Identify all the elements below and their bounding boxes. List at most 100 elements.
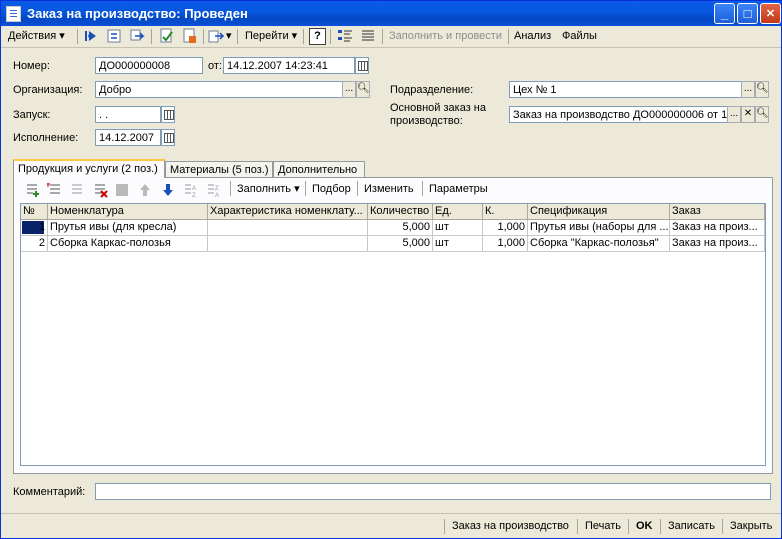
calendar-icon[interactable] xyxy=(355,57,369,74)
select-button[interactable]: ... xyxy=(741,81,755,98)
minimize-button[interactable]: _ xyxy=(714,3,735,24)
maximize-button[interactable]: □ xyxy=(737,3,758,24)
sort-desc-icon[interactable]: ZA xyxy=(206,182,222,198)
based-on-icon[interactable] xyxy=(208,28,224,44)
organization-field[interactable]: Добро xyxy=(95,81,343,98)
fill-menu[interactable]: Заполнить ▾ xyxy=(237,181,300,198)
item-cell[interactable]: Прутья ивы (для кресла) xyxy=(48,220,208,236)
title-bar: Заказ на производство: Проведен _ □ ✕ xyxy=(1,1,781,26)
copy-icon[interactable] xyxy=(129,28,145,44)
characteristic-cell[interactable] xyxy=(208,220,368,236)
toolbar-separator xyxy=(330,29,331,44)
tab-additional[interactable]: Дополнительно xyxy=(273,161,365,177)
arrow-down-icon[interactable] xyxy=(160,182,176,198)
sort-asc-icon[interactable]: AZ xyxy=(183,182,199,198)
base-order-label: Основной заказ на xyxy=(390,102,486,114)
row-number-cell[interactable]: 1 xyxy=(21,220,48,236)
actions-menu-label: Действия xyxy=(8,30,57,42)
order-cell[interactable]: Заказ на произ... xyxy=(670,236,765,252)
toolbar-separator xyxy=(444,519,445,534)
products-table: № Номенклатура Характеристика номенклату… xyxy=(20,203,766,466)
number-label: Номер: xyxy=(13,60,50,72)
analysis-button[interactable]: Анализ xyxy=(514,28,551,45)
column-header-number[interactable]: № xyxy=(21,204,48,220)
post-document-icon[interactable] xyxy=(158,28,174,44)
edit-row-icon[interactable] xyxy=(69,182,85,198)
item-cell[interactable]: Сборка Каркас-полозья xyxy=(48,236,208,252)
date-field[interactable]: 14.12.2007 14:23:41 xyxy=(223,57,355,74)
order-button[interactable]: Заказ на производство xyxy=(452,518,569,535)
toolbar-separator xyxy=(77,29,78,44)
column-header-order[interactable]: Заказ xyxy=(670,204,765,220)
first-record-icon[interactable] xyxy=(83,28,99,44)
toolbar-separator xyxy=(577,519,578,534)
table-header: № Номенклатура Характеристика номенклату… xyxy=(21,204,765,220)
close-button[interactable]: Закрыть xyxy=(730,518,772,535)
toolbar-separator xyxy=(305,181,306,196)
close-window-button[interactable]: ✕ xyxy=(760,3,781,24)
column-header-coefficient[interactable]: К. xyxy=(483,204,528,220)
fill-and-post-button[interactable]: Заполнить и провести xyxy=(389,28,502,45)
goto-menu[interactable]: Перейти ▾ xyxy=(245,28,297,45)
selection-button[interactable]: Подбор xyxy=(312,181,351,198)
search-icon[interactable]: 🔍︎ xyxy=(356,81,370,98)
chevron-down-icon[interactable]: ▾ xyxy=(226,28,232,45)
division-field[interactable]: Цех № 1 xyxy=(509,81,742,98)
ok-button[interactable]: OK xyxy=(636,518,653,535)
list-icon[interactable] xyxy=(360,28,376,44)
refresh-icon[interactable] xyxy=(106,28,122,44)
svg-text:Z: Z xyxy=(215,186,219,192)
tab-products[interactable]: Продукция и услуги (2 поз.) xyxy=(13,159,165,178)
column-header-unit[interactable]: Ед. xyxy=(433,204,483,220)
base-order-field[interactable]: Заказ на производство ДО000000006 от 1 xyxy=(509,106,728,123)
clear-icon[interactable]: ✕ xyxy=(741,106,755,123)
save-button[interactable]: Записать xyxy=(668,518,715,535)
column-header-item[interactable]: Номенклатура xyxy=(48,204,208,220)
search-icon[interactable]: 🔍︎ xyxy=(755,81,769,98)
copy-row-icon[interactable] xyxy=(47,182,63,198)
structure-icon[interactable] xyxy=(337,28,353,44)
tab-materials[interactable]: Материалы (5 поз.) xyxy=(165,161,273,177)
comment-field[interactable] xyxy=(95,483,771,500)
add-row-icon[interactable] xyxy=(24,182,40,198)
order-cell[interactable]: Заказ на произ... xyxy=(670,220,765,236)
fill-menu-label: Заполнить xyxy=(237,183,292,195)
calendar-icon[interactable] xyxy=(161,129,175,146)
save-row-icon[interactable] xyxy=(114,182,130,198)
files-button[interactable]: Файлы xyxy=(562,28,597,45)
search-icon[interactable]: 🔍︎ xyxy=(755,106,769,123)
svg-text:A: A xyxy=(215,193,219,198)
specification-cell[interactable]: Сборка "Каркас-полозья" xyxy=(528,236,670,252)
parameters-button[interactable]: Параметры xyxy=(429,181,488,198)
launch-date-field[interactable]: . . xyxy=(95,106,161,123)
chevron-down-icon: ▾ xyxy=(59,30,65,42)
arrow-up-icon[interactable] xyxy=(137,182,153,198)
select-button[interactable]: ... xyxy=(342,81,356,98)
delete-row-icon[interactable] xyxy=(92,182,108,198)
print-button[interactable]: Печать xyxy=(585,518,621,535)
table-row[interactable]: 2 Сборка Каркас-полозья 5,000 шт 1,000 С… xyxy=(21,236,765,252)
actions-menu[interactable]: Действия ▾ xyxy=(8,28,65,45)
number-field[interactable]: ДО000000008 xyxy=(95,57,203,74)
quantity-cell[interactable]: 5,000 xyxy=(368,236,433,252)
column-header-characteristic[interactable]: Характеристика номенклату... xyxy=(208,204,368,220)
table-row[interactable]: 1 Прутья ивы (для кресла) 5,000 шт 1,000… xyxy=(21,220,765,236)
row-number-cell[interactable]: 2 xyxy=(21,236,48,252)
unit-cell[interactable]: шт xyxy=(433,220,483,236)
toolbar-separator xyxy=(303,29,304,44)
unpost-document-icon[interactable] xyxy=(181,28,197,44)
specification-cell[interactable]: Прутья ивы (наборы для ... xyxy=(528,220,670,236)
change-button[interactable]: Изменить xyxy=(364,181,414,198)
calendar-icon[interactable] xyxy=(161,106,175,123)
quantity-cell[interactable]: 5,000 xyxy=(368,220,433,236)
toolbar-separator xyxy=(722,519,723,534)
coefficient-cell[interactable]: 1,000 xyxy=(483,236,528,252)
characteristic-cell[interactable] xyxy=(208,236,368,252)
execution-date-field[interactable]: 14.12.2007 xyxy=(95,129,161,146)
coefficient-cell[interactable]: 1,000 xyxy=(483,220,528,236)
help-button[interactable]: ? xyxy=(309,28,326,45)
select-button[interactable]: ... xyxy=(727,106,741,123)
column-header-specification[interactable]: Спецификация xyxy=(528,204,670,220)
column-header-quantity[interactable]: Количество xyxy=(368,204,433,220)
unit-cell[interactable]: шт xyxy=(433,236,483,252)
